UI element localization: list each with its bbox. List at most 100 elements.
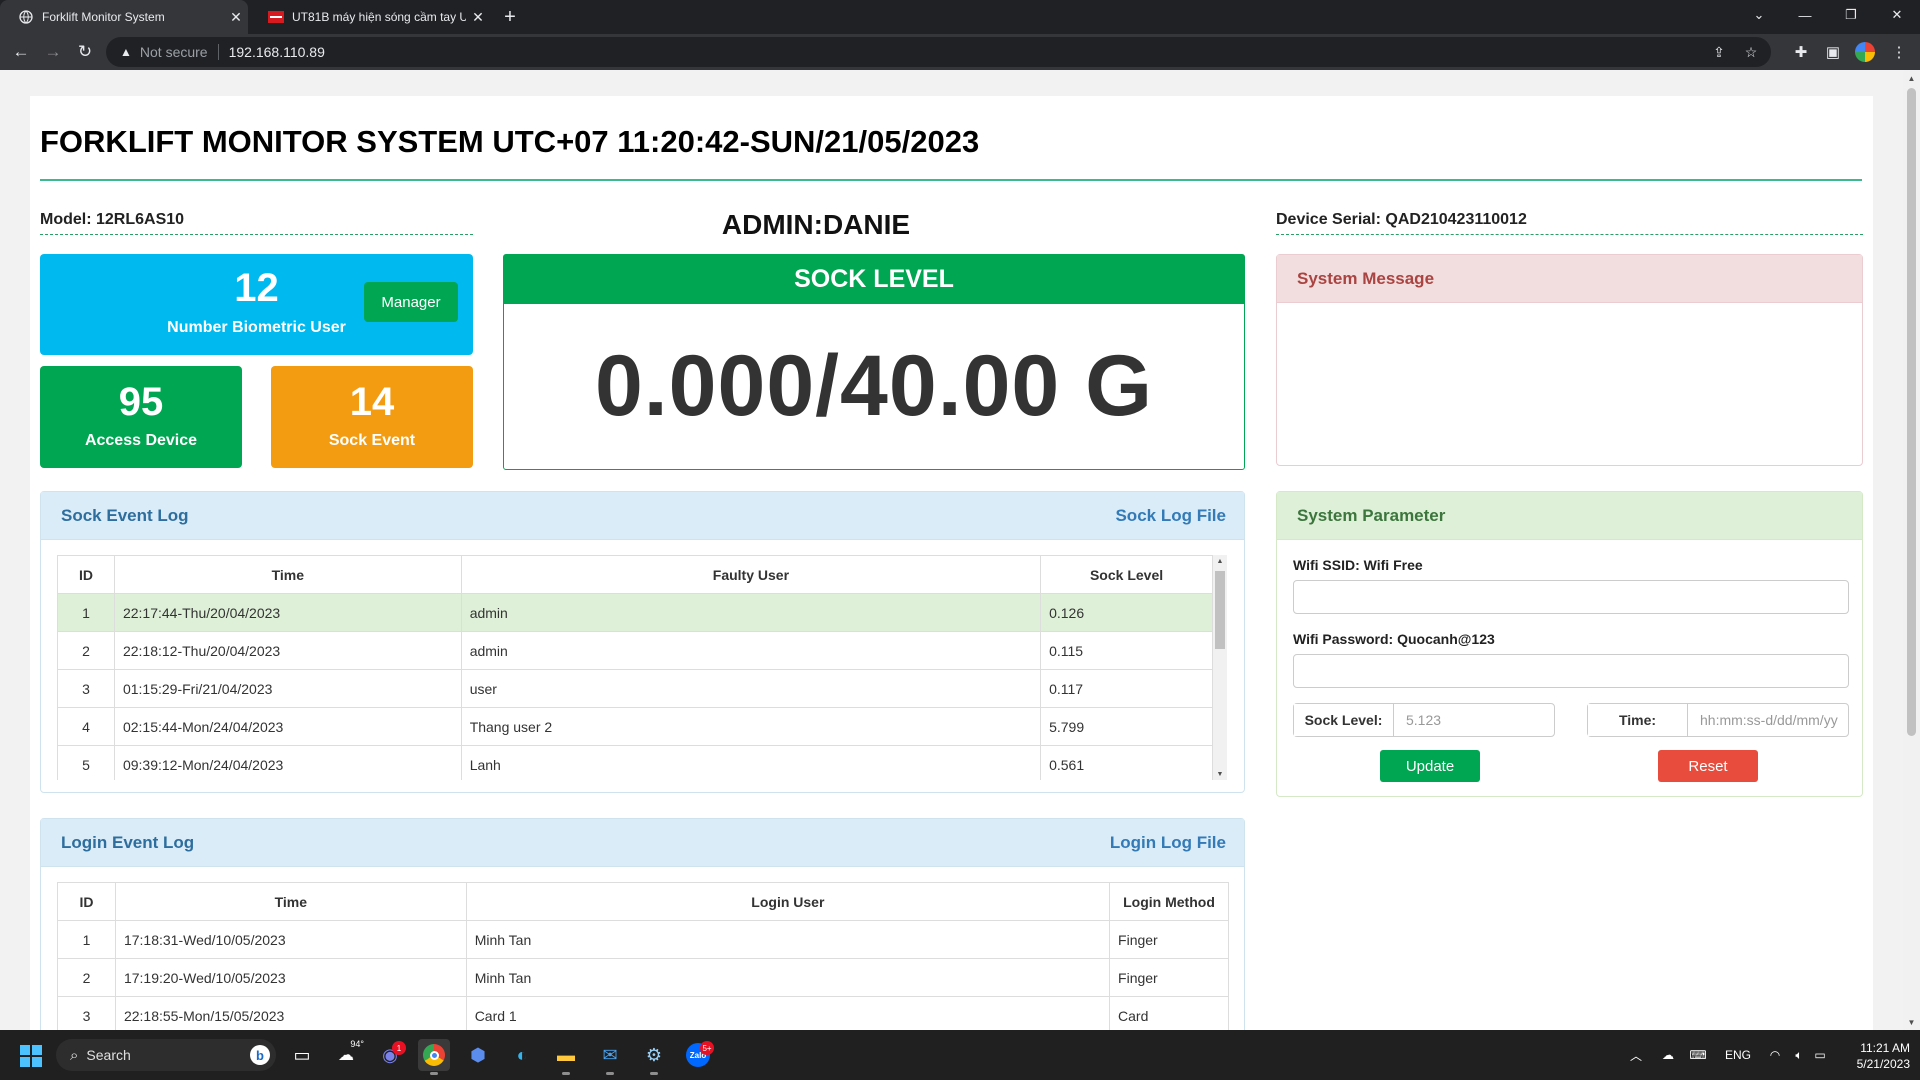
side-panel-icon[interactable]: ▣ xyxy=(1818,34,1848,70)
chrome-icon[interactable] xyxy=(418,1039,450,1075)
col-id: ID xyxy=(57,882,116,921)
table-row[interactable]: 4 02:15:44-Mon/24/04/2023 Thang user 2 5… xyxy=(57,707,1213,746)
wifi-ssid-input[interactable] xyxy=(1293,580,1849,614)
tab-search-icon[interactable]: ⌄ xyxy=(1736,0,1782,30)
zalo-badge: 5+ xyxy=(700,1041,714,1055)
cell-level: 0.561 xyxy=(1040,745,1213,780)
scroll-up-icon[interactable]: ▲ xyxy=(1213,555,1227,567)
reload-icon[interactable]: ↻ xyxy=(70,34,100,70)
table-row[interactable]: 1 22:17:44-Thu/20/04/2023 admin 0.126 xyxy=(57,593,1213,632)
language-indicator[interactable]: ENG xyxy=(1722,1030,1754,1080)
onedrive-icon[interactable]: ☁ xyxy=(1656,1030,1680,1080)
page-scrollbar[interactable]: ▲ ▼ xyxy=(1903,70,1920,1030)
task-view-icon[interactable]: ▭ xyxy=(286,1039,318,1071)
battery-icon[interactable]: ▭ xyxy=(1810,1030,1830,1080)
sock-event-card: 14 Sock Event xyxy=(271,366,473,468)
scroll-up-icon[interactable]: ▲ xyxy=(1903,70,1920,86)
table-row[interactable]: 5 09:39:12-Mon/24/04/2023 Lanh 0.561 xyxy=(57,745,1213,780)
scroll-thumb[interactable] xyxy=(1907,88,1916,736)
back-icon[interactable]: ← xyxy=(6,34,36,70)
wifi-icon[interactable]: ◠ xyxy=(1764,1030,1786,1080)
weather-icon[interactable]: ☁ 94° xyxy=(330,1039,364,1071)
access-device-count: 95 xyxy=(118,380,164,424)
table-row[interactable]: 1 17:18:31-Wed/10/05/2023 Minh Tan Finge… xyxy=(57,920,1229,959)
address-bar[interactable]: ▲ Not secure 192.168.110.89 ⇪ ☆ xyxy=(106,37,1771,67)
menu-kebab-icon[interactable]: ⋮ xyxy=(1884,34,1914,70)
system-message-title: System Message xyxy=(1297,268,1435,288)
close-tab-icon[interactable]: ✕ xyxy=(466,9,490,26)
biometric-user-card: 12 Number Biometric User Manager xyxy=(40,254,473,355)
system-message-panel: System Message xyxy=(1276,254,1863,466)
network-tool-icon[interactable]: ⚙ xyxy=(638,1039,670,1075)
bing-icon[interactable]: b xyxy=(250,1045,270,1065)
restore-icon[interactable]: ❐ xyxy=(1828,0,1874,30)
sock-event-log-header: Sock Event Log Sock Log File xyxy=(41,492,1244,540)
system-parameter-header: System Parameter xyxy=(1277,492,1862,540)
scroll-down-icon[interactable]: ▼ xyxy=(1213,768,1227,780)
login-log-file-link[interactable]: Login Log File xyxy=(1110,833,1226,853)
cell-id: 3 xyxy=(57,996,116,1030)
title-divider xyxy=(40,179,1862,181)
sock-level-input[interactable]: 5.123 xyxy=(1394,704,1554,736)
close-tab-icon[interactable]: ✕ xyxy=(224,9,248,26)
file-explorer-icon[interactable]: ▬ xyxy=(550,1039,582,1075)
mail-icon[interactable]: ✉ xyxy=(594,1039,626,1075)
divider xyxy=(217,44,219,60)
taskbar-search[interactable]: ⌕ Search b xyxy=(56,1039,276,1071)
login-event-log-title: Login Event Log xyxy=(61,832,195,852)
forward-icon[interactable]: → xyxy=(38,34,68,70)
reset-button[interactable]: Reset xyxy=(1658,750,1758,782)
tab-ut81b[interactable]: UT81B máy hiện sóng cầm tay U ✕ xyxy=(250,0,490,34)
table-row[interactable]: 2 17:19:20-Wed/10/05/2023 Minh Tan Finge… xyxy=(57,958,1229,997)
minimize-icon[interactable]: — xyxy=(1782,0,1828,30)
manager-button[interactable]: Manager xyxy=(364,282,458,322)
device-serial-label: Device Serial: QAD210423110012 xyxy=(1276,211,1527,228)
sock-log-file-link[interactable]: Sock Log File xyxy=(1115,506,1226,526)
login-event-table-wrap[interactable]: ID Time Login User Login Method 1 17:18:… xyxy=(57,882,1229,1030)
teams-chat-icon[interactable]: ◉ 1 xyxy=(374,1039,406,1071)
table-scrollbar[interactable]: ▲ ▼ xyxy=(1213,555,1227,780)
volume-icon[interactable]: 🔈︎ xyxy=(1788,1030,1810,1080)
scroll-thumb[interactable] xyxy=(1215,571,1225,649)
taskbar-clock[interactable]: 11:21 AM 5/21/2023 xyxy=(1830,1040,1910,1072)
edge-icon[interactable]: ◐ xyxy=(506,1039,538,1071)
time-input[interactable]: hh:mm:ss-d/dd/mm/yy xyxy=(1688,704,1848,736)
table-row[interactable]: 2 22:18:12-Thu/20/04/2023 admin 0.115 xyxy=(57,631,1213,670)
update-button[interactable]: Update xyxy=(1380,750,1480,782)
bookmark-star-icon[interactable]: ☆ xyxy=(1737,37,1765,67)
wifi-password-label: Wifi Password: Quocanh@123 xyxy=(1293,631,1495,647)
profile-icon[interactable] xyxy=(1850,34,1880,70)
clock-date: 5/21/2023 xyxy=(1856,1057,1910,1071)
close-window-icon[interactable]: ✕ xyxy=(1874,0,1920,30)
browser-tab-strip: Forklift Monitor System ✕ UT81B máy hiện… xyxy=(0,0,1920,34)
table-row[interactable]: 3 01:15:29-Fri/21/04/2023 user 0.117 xyxy=(57,669,1213,708)
col-time: Time xyxy=(114,882,467,921)
cell-id: 1 xyxy=(57,920,116,959)
divider xyxy=(1276,234,1863,235)
cell-time: 22:18:12-Thu/20/04/2023 xyxy=(113,631,462,670)
warning-icon: ▲ xyxy=(120,45,132,59)
windows-start-icon[interactable] xyxy=(20,1045,42,1067)
table-row[interactable]: 3 22:18:55-Mon/15/05/2023 Card 1 Card xyxy=(57,996,1229,1030)
not-secure-label[interactable]: Not secure xyxy=(140,44,208,60)
cell-level: 0.115 xyxy=(1040,631,1213,670)
zalo-icon[interactable]: Zalo 5+ xyxy=(682,1039,714,1071)
new-tab-button[interactable]: + xyxy=(496,0,524,34)
sock-level-input-group: Sock Level: 5.123 xyxy=(1293,703,1555,737)
sock-event-table-wrap[interactable]: ID Time Faulty User Sock Level 1 22:17:4… xyxy=(57,555,1213,780)
extensions-icon[interactable]: ✚ xyxy=(1786,34,1816,70)
chat-badge: 1 xyxy=(392,1041,406,1055)
scroll-down-icon[interactable]: ▼ xyxy=(1903,1014,1920,1030)
copilot-icon[interactable]: ⬢ xyxy=(462,1039,494,1071)
col-time: Time xyxy=(113,555,462,594)
share-icon[interactable]: ⇪ xyxy=(1705,37,1733,67)
cell-user: Lanh xyxy=(460,745,1042,780)
wifi-password-input[interactable] xyxy=(1293,654,1849,688)
url-text[interactable]: 192.168.110.89 xyxy=(229,44,325,60)
cell-id: 4 xyxy=(57,707,115,746)
sock-event-log-panel: Sock Event Log Sock Log File ID Time Fau… xyxy=(40,491,1245,793)
keyboard-icon[interactable]: ⌨ xyxy=(1686,1030,1710,1080)
tab-forklift-monitor[interactable]: Forklift Monitor System ✕ xyxy=(0,0,248,34)
cell-id: 2 xyxy=(57,631,115,670)
chevron-up-icon[interactable]: ︿ xyxy=(1626,1030,1646,1080)
